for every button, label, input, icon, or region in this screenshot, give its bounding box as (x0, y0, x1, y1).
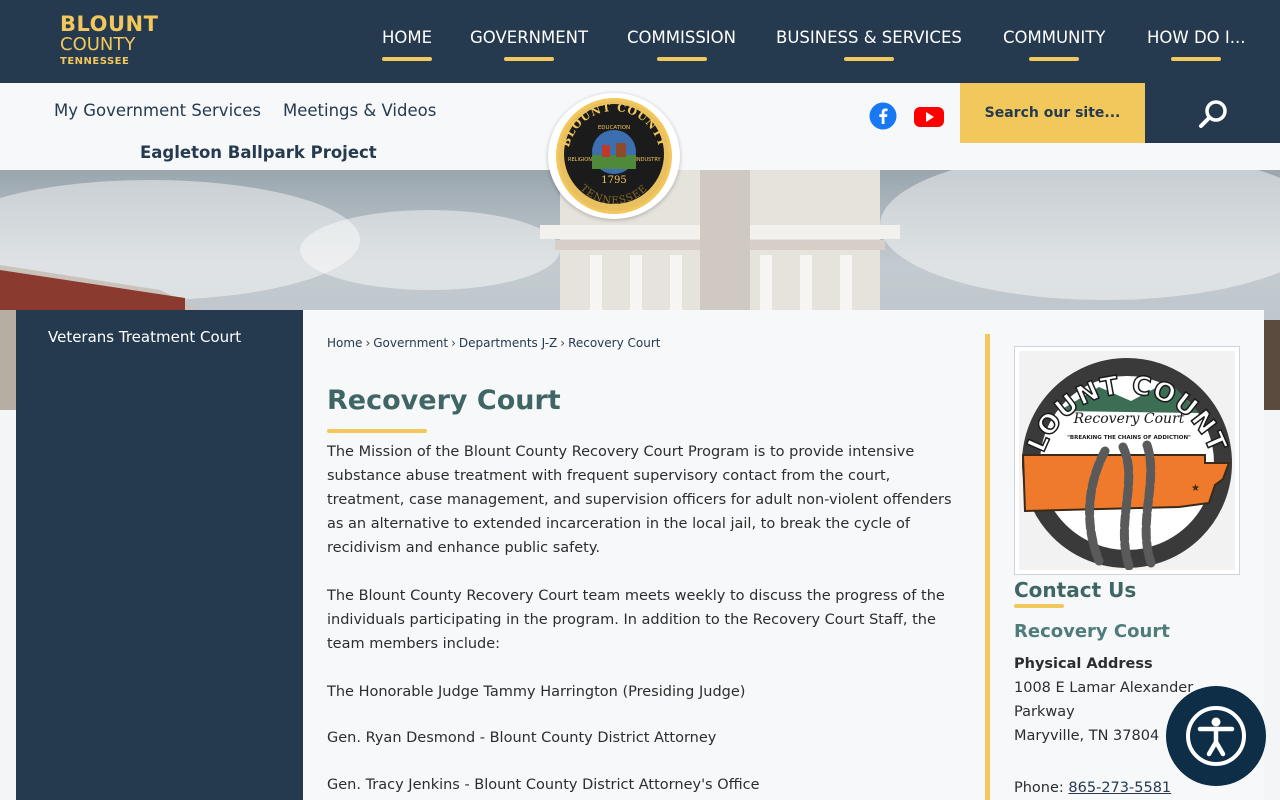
search-icon (1199, 100, 1227, 128)
team-member: The Honorable Judge Tammy Harrington (Pr… (327, 684, 746, 700)
nav-underline (504, 57, 555, 61)
recovery-court-logo: BLOUNT COUNTY Recovery Court "BREAKING T… (1014, 346, 1240, 575)
nav-commission[interactable]: COMMISSION (627, 28, 736, 61)
accessibility-icon (1186, 706, 1246, 766)
svg-text:★: ★ (1191, 483, 1200, 494)
seal-right-text: INDUSTRY (635, 157, 661, 163)
nav-label: HOW DO I... (1147, 28, 1246, 47)
nav-label: COMMISSION (627, 28, 736, 47)
page-title: Recovery Court (327, 385, 561, 416)
nav-how-do-i[interactable]: HOW DO I... (1147, 28, 1246, 61)
nav-government[interactable]: GOVERNMENT (470, 28, 588, 61)
nav-underline (382, 57, 433, 61)
nav-business-services[interactable]: BUSINESS & SERVICES (776, 28, 962, 61)
phone-row: Phone: 865-273-5581 (1014, 776, 1171, 800)
contact-heading: Contact Us (1014, 578, 1137, 602)
facebook-icon[interactable] (869, 102, 897, 130)
mission-paragraph: The Mission of the Blount County Recover… (327, 444, 952, 556)
nav-underline (1029, 57, 1080, 61)
address-line2: Parkway (1014, 704, 1075, 720)
column-divider (985, 334, 990, 800)
address-line1: 1008 E Lamar Alexander (1014, 680, 1194, 696)
site-logo[interactable]: BLOUNT COUNTY TENNESSEE (60, 14, 158, 67)
team-member: Gen. Tracy Jenkins - Blount County Distr… (327, 777, 760, 793)
breadcrumb-current[interactable]: Recovery Court (568, 336, 660, 350)
nav-label: GOVERNMENT (470, 28, 589, 47)
logo-line1: BLOUNT (60, 12, 159, 36)
sidebar-item-veterans-treatment-court[interactable]: Veterans Treatment Court (48, 328, 241, 346)
youtube-icon[interactable] (914, 102, 944, 130)
breadcrumb-separator: › (560, 336, 566, 350)
breadcrumb-home[interactable]: Home (327, 336, 362, 350)
subnav-my-government-services[interactable]: My Government Services (54, 101, 261, 120)
top-header: BLOUNT COUNTY TENNESSEE HOME GOVERNMENT … (0, 0, 1280, 83)
seal-graphic: BLOUNT COUNTY TENNESSEE EDUCATION RELIGI… (556, 98, 672, 214)
logo-script-text: Recovery Court (1073, 411, 1185, 427)
address-line3: Maryville, TN 37804 (1014, 728, 1160, 744)
title-underline (327, 429, 427, 433)
address-label: Physical Address (1014, 652, 1153, 676)
team-member: Gen. Ryan Desmond - Blount County Distri… (327, 730, 717, 746)
address-label-text: Physical Address (1014, 656, 1153, 672)
breadcrumb-departments[interactable]: Departments J-Z (459, 336, 557, 350)
phone-label: Phone: (1014, 780, 1064, 796)
seal-left-text: RELIGION (568, 157, 592, 163)
seal-year: 1795 (601, 175, 626, 186)
nav-underline (843, 57, 894, 61)
recovery-court-logo-graphic: BLOUNT COUNTY Recovery Court "BREAKING T… (1019, 351, 1235, 570)
contact-underline (1014, 604, 1064, 608)
nav-label: BUSINESS & SERVICES (776, 28, 962, 47)
nav-underline (656, 57, 707, 61)
subnav-eagleton-ballpark[interactable]: Eagleton Ballpark Project (140, 143, 377, 162)
nav-community[interactable]: COMMUNITY (1003, 28, 1105, 61)
county-seal[interactable]: BLOUNT COUNTY TENNESSEE EDUCATION RELIGI… (548, 93, 680, 219)
search-button[interactable] (1145, 83, 1280, 143)
logo-tagline: "BREAKING THE CHAINS OF ADDICTION" (1067, 435, 1191, 441)
nav-label: HOME (382, 28, 433, 47)
logo-line2: COUNTY (60, 34, 136, 55)
logo-line3: TENNESSEE (60, 56, 130, 67)
breadcrumb-separator: › (365, 336, 371, 350)
breadcrumb-separator: › (451, 336, 456, 350)
nav-underline (1171, 57, 1222, 61)
left-sidebar: Veterans Treatment Court (16, 310, 303, 800)
nav-home[interactable]: HOME (382, 28, 432, 61)
phone-link[interactable]: 865-273-5581 (1068, 780, 1171, 796)
breadcrumb: Home › Government › Departments J-Z › Recovery… (327, 336, 660, 350)
subnav-meetings-videos[interactable]: Meetings & Videos (283, 101, 436, 120)
team-paragraph: The Blount County Recovery Court team me… (327, 588, 945, 652)
search-input[interactable]: Search our site... (960, 83, 1145, 143)
accessibility-button[interactable] (1166, 686, 1266, 786)
main-content: Home › Government › Departments J-Z › Recovery… (303, 310, 1264, 800)
nav-label: COMMUNITY (1003, 28, 1106, 47)
breadcrumb-government[interactable]: Government (373, 336, 448, 350)
contact-department: Recovery Court (1014, 621, 1170, 642)
